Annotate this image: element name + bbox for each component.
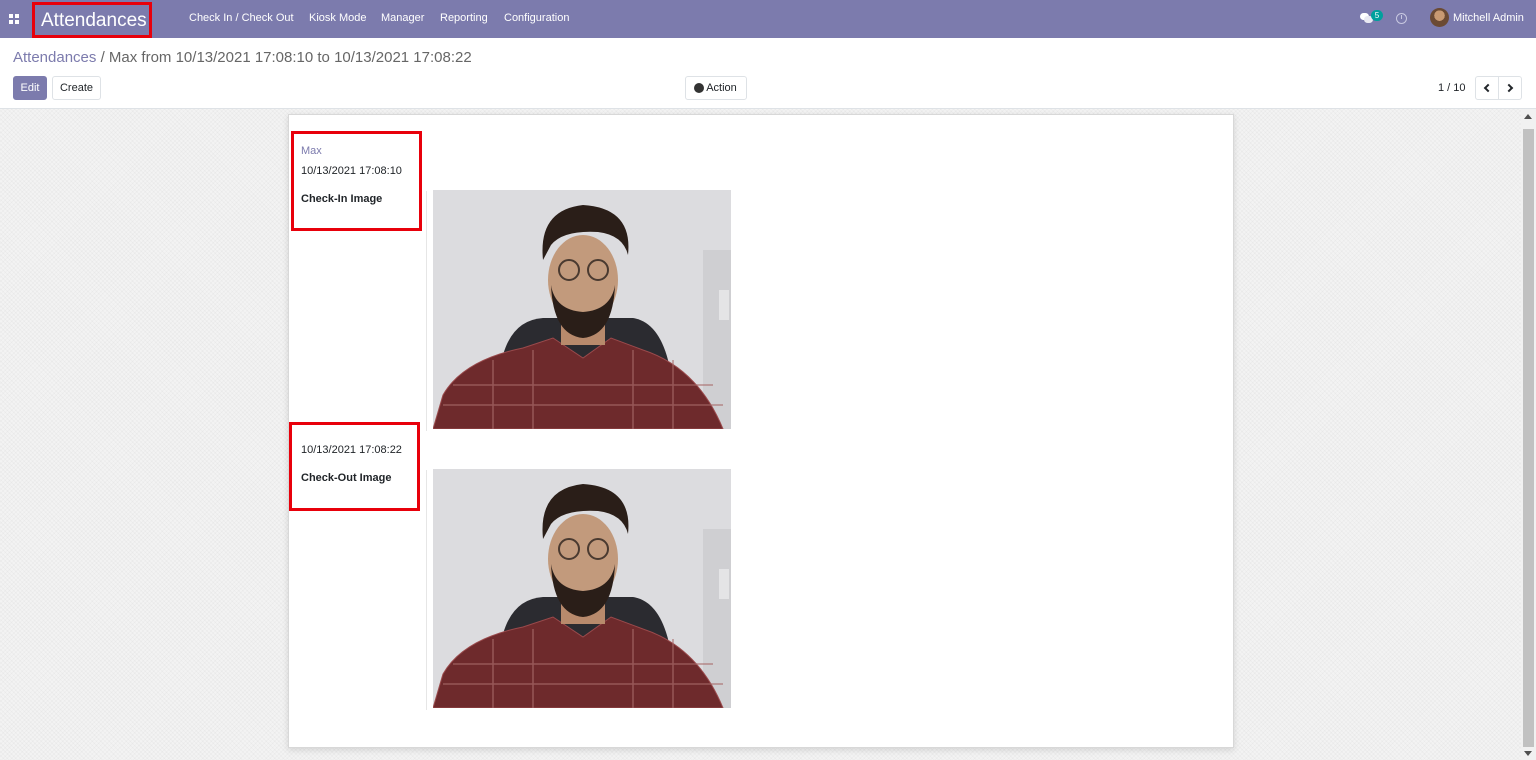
pager-next-button[interactable] xyxy=(1498,76,1522,100)
check-out-image-label: Check-Out Image xyxy=(301,472,392,484)
apps-grid-icon[interactable] xyxy=(9,14,19,24)
pager-value[interactable]: 1 / 10 xyxy=(1438,82,1466,94)
app-title[interactable]: Attendances xyxy=(41,10,147,32)
person-photo-icon xyxy=(433,190,731,429)
menu-reporting[interactable]: Reporting xyxy=(440,12,488,24)
form-sheet: Max 10/13/2021 17:08:10 Check-In Image 1… xyxy=(288,114,1234,748)
check-in-datetime: 10/13/2021 17:08:10 xyxy=(301,165,402,177)
action-button[interactable]: Action xyxy=(685,76,747,100)
notification-badge: 5 xyxy=(1371,10,1383,21)
top-navbar: Attendances Check In / Check Out Kiosk M… xyxy=(0,0,1536,38)
check-out-image[interactable] xyxy=(433,469,731,708)
person-photo-icon xyxy=(433,469,731,708)
menu-manager[interactable]: Manager xyxy=(381,12,424,24)
scroll-down-arrow-icon[interactable] xyxy=(1524,751,1532,756)
breadcrumb-separator: / xyxy=(100,49,105,66)
edit-button[interactable]: Edit xyxy=(13,76,47,100)
breadcrumb-current: Max from 10/13/2021 17:08:10 to 10/13/20… xyxy=(108,49,472,66)
field-separator xyxy=(426,470,427,710)
breadcrumb-parent[interactable]: Attendances xyxy=(13,49,96,66)
chevron-right-icon xyxy=(1504,83,1514,93)
breadcrumb: Attendances / Max from 10/13/2021 17:08:… xyxy=(13,49,472,66)
pager-previous-button[interactable] xyxy=(1475,76,1499,100)
menu-configuration[interactable]: Configuration xyxy=(504,12,569,24)
check-out-highlight xyxy=(289,422,420,511)
menu-kiosk-mode[interactable]: Kiosk Mode xyxy=(309,12,366,24)
check-in-image[interactable] xyxy=(433,190,731,429)
create-button[interactable]: Create xyxy=(52,76,101,100)
action-label: Action xyxy=(706,82,737,94)
vertical-scrollbar[interactable] xyxy=(1521,109,1536,760)
scroll-up-arrow-icon[interactable] xyxy=(1524,114,1532,119)
app-title-highlight[interactable]: Attendances xyxy=(32,2,152,38)
user-name[interactable]: Mitchell Admin xyxy=(1453,12,1524,24)
menu-check-in-check-out[interactable]: Check In / Check Out xyxy=(189,12,294,24)
gear-icon xyxy=(695,84,704,92)
scroll-thumb[interactable] xyxy=(1523,129,1534,747)
check-in-image-label: Check-In Image xyxy=(301,193,383,205)
employee-name[interactable]: Max xyxy=(301,145,322,157)
avatar[interactable] xyxy=(1430,8,1449,27)
check-out-datetime: 10/13/2021 17:08:22 xyxy=(301,444,402,456)
chevron-left-icon xyxy=(1483,83,1493,93)
field-separator xyxy=(426,191,427,431)
clock-icon[interactable] xyxy=(1396,13,1407,24)
